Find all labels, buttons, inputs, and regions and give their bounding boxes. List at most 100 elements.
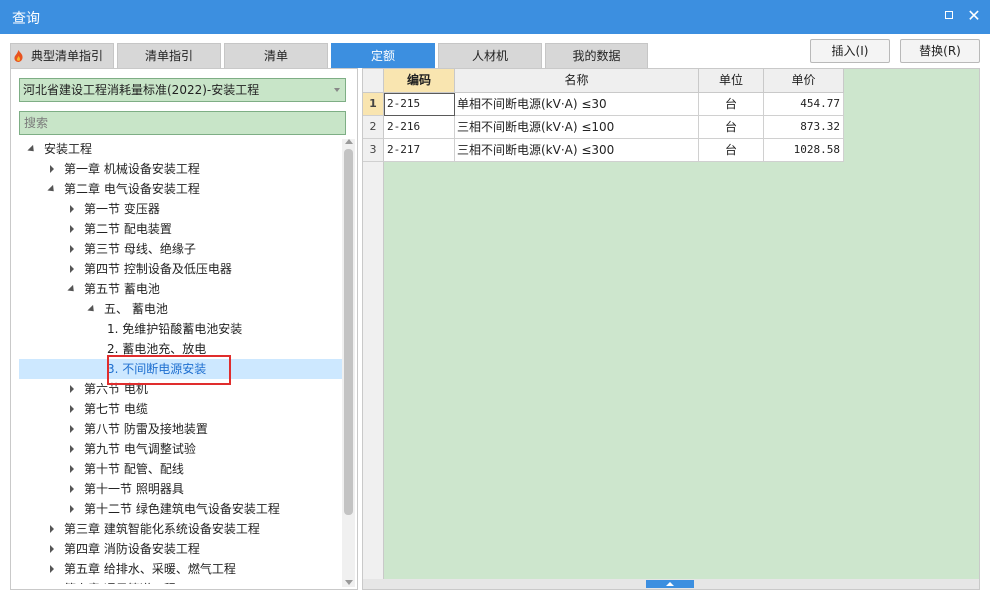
cell-price[interactable]: 873.32 <box>764 116 844 139</box>
caret-collapsed-icon[interactable] <box>67 419 77 439</box>
cell-code[interactable]: 2-216 <box>384 116 455 139</box>
cell-code[interactable]: 2-215 <box>384 93 455 116</box>
quota-library-pane: 河北省建设工程消耗量标准(2022)-安装工程 搜索 安装工程第一章 机械设备安… <box>10 68 358 590</box>
tree-node-label: 第十一节 照明器具 <box>84 482 184 496</box>
search-input[interactable]: 搜索 <box>19 111 346 135</box>
tab-label: 我的数据 <box>572 49 621 63</box>
tree-node-label: 第二节 配电装置 <box>84 222 172 236</box>
selection-highlight-box <box>107 355 231 385</box>
tree-node[interactable]: 第三节 母线、绝缘子 <box>19 239 342 259</box>
tab-label: 人材机 <box>471 49 508 63</box>
column-header-price[interactable]: 单价 <box>764 69 844 93</box>
tab-typical-bill-guide[interactable]: 典型清单指引 <box>10 43 114 68</box>
tree-node[interactable]: 第九节 电气调整试验 <box>19 439 342 459</box>
caret-collapsed-icon[interactable] <box>47 159 57 179</box>
maximize-icon[interactable] <box>942 8 958 24</box>
insert-button[interactable]: 插入(I) <box>810 39 890 63</box>
tree-node[interactable]: 五、 蓄电池 <box>19 299 342 319</box>
tree-node[interactable]: 第二节 配电装置 <box>19 219 342 239</box>
tab-label: 清单 <box>263 49 288 63</box>
tree-node-label: 安装工程 <box>44 142 93 156</box>
tree-node[interactable]: 第一节 变压器 <box>19 199 342 219</box>
library-select[interactable]: 河北省建设工程消耗量标准(2022)-安装工程 <box>19 78 346 102</box>
tree-node[interactable]: 第六章 通风管道工程 <box>19 579 342 584</box>
caret-expanded-icon[interactable] <box>87 299 97 319</box>
tree-node-label: 第十节 配管、配线 <box>84 462 184 476</box>
row-number[interactable]: 3 <box>363 139 384 162</box>
cell-name[interactable]: 三相不间断电源(kV·A) ≤300 <box>455 139 699 162</box>
caret-expanded-icon[interactable] <box>27 139 37 159</box>
caret-collapsed-icon[interactable] <box>67 499 77 519</box>
close-icon[interactable]: ✕ <box>966 8 982 24</box>
caret-collapsed-icon[interactable] <box>67 199 77 219</box>
cell-unit[interactable]: 台 <box>699 116 764 139</box>
tree-node-label: 1. 免维护铅酸蓄电池安装 <box>107 322 243 336</box>
caret-collapsed-icon[interactable] <box>47 579 57 584</box>
cell-unit[interactable]: 台 <box>699 93 764 116</box>
row-number[interactable]: 2 <box>363 116 384 139</box>
caret-collapsed-icon[interactable] <box>67 259 77 279</box>
caret-collapsed-icon[interactable] <box>67 399 77 419</box>
cell-name[interactable]: 单相不间断电源(kV·A) ≤30 <box>455 93 699 116</box>
cell-price[interactable]: 454.77 <box>764 93 844 116</box>
tree-node[interactable]: 第四章 消防设备安装工程 <box>19 539 342 559</box>
caret-collapsed-icon[interactable] <box>67 479 77 499</box>
tree-node-label: 第一节 变压器 <box>84 202 160 216</box>
dropdown-arrow-icon[interactable] <box>334 88 340 92</box>
cell-price[interactable]: 1028.58 <box>764 139 844 162</box>
caret-collapsed-icon[interactable] <box>67 239 77 259</box>
cell-code[interactable]: 2-217 <box>384 139 455 162</box>
horizontal-scrollbar[interactable] <box>363 579 979 589</box>
row-number[interactable]: 1 <box>363 93 384 116</box>
tree-node[interactable]: 第一章 机械设备安装工程 <box>19 159 342 179</box>
tab-label: 定额 <box>370 49 395 63</box>
tree-scrollbar[interactable] <box>342 139 355 587</box>
caret-collapsed-icon[interactable] <box>67 219 77 239</box>
tree-node[interactable]: 第二章 电气设备安装工程 <box>19 179 342 199</box>
scroll-down-icon[interactable] <box>345 580 353 585</box>
caret-collapsed-icon[interactable] <box>47 559 57 579</box>
tree-node-label: 第四章 消防设备安装工程 <box>64 542 200 556</box>
tree-node[interactable]: 第七节 电缆 <box>19 399 342 419</box>
column-header-code[interactable]: 编码 <box>384 69 455 93</box>
caret-expanded-icon[interactable] <box>47 179 57 199</box>
cell-name[interactable]: 三相不间断电源(kV·A) ≤100 <box>455 116 699 139</box>
tree-node[interactable]: 安装工程 <box>19 139 342 159</box>
tab-bill[interactable]: 清单 <box>224 43 328 68</box>
tree-node[interactable]: 1. 免维护铅酸蓄电池安装 <box>19 319 342 339</box>
caret-collapsed-icon[interactable] <box>67 459 77 479</box>
tree-node-label: 第三节 母线、绝缘子 <box>84 242 196 256</box>
tree-node[interactable]: 第十二节 绿色建筑电气设备安装工程 <box>19 499 342 519</box>
tree-node-label: 第四节 控制设备及低压电器 <box>84 262 232 276</box>
caret-collapsed-icon[interactable] <box>67 379 77 399</box>
flame-icon <box>14 50 23 62</box>
tree-node-label: 第五章 给排水、采暖、燃气工程 <box>64 562 236 576</box>
tree-node[interactable]: 第十节 配管、配线 <box>19 459 342 479</box>
window-title: 查询 <box>12 11 40 27</box>
quota-table: 编码 名称 单位 单价 1 2-215 单相不间断电源(kV·A) ≤30 台 454.… <box>362 68 980 590</box>
caret-collapsed-icon[interactable] <box>47 539 57 559</box>
tree-node[interactable]: 第十一节 照明器具 <box>19 479 342 499</box>
column-header-name[interactable]: 名称 <box>455 69 699 93</box>
tree-node[interactable]: 第八节 防雷及接地装置 <box>19 419 342 439</box>
tree-node-label: 第十二节 绿色建筑电气设备安装工程 <box>84 502 280 516</box>
tree-node-label: 第三章 建筑智能化系统设备安装工程 <box>64 522 260 536</box>
tab-my-data[interactable]: 我的数据 <box>545 43 648 68</box>
cell-unit[interactable]: 台 <box>699 139 764 162</box>
caret-collapsed-icon[interactable] <box>47 519 57 539</box>
tree-node-label: 第九节 电气调整试验 <box>84 442 196 456</box>
column-header-unit[interactable]: 单位 <box>699 69 764 93</box>
tab-labor-material-machine[interactable]: 人材机 <box>438 43 542 68</box>
tab-bill-guide[interactable]: 清单指引 <box>117 43 221 68</box>
scrollbar-thumb[interactable] <box>344 149 353 515</box>
tab-quota[interactable]: 定额 <box>331 43 435 68</box>
tree-node[interactable]: 第五章 给排水、采暖、燃气工程 <box>19 559 342 579</box>
collapse-toggle-icon[interactable] <box>646 580 694 588</box>
scroll-up-icon[interactable] <box>345 139 353 144</box>
tree-node[interactable]: 第五节 蓄电池 <box>19 279 342 299</box>
tree-node[interactable]: 第三章 建筑智能化系统设备安装工程 <box>19 519 342 539</box>
caret-collapsed-icon[interactable] <box>67 439 77 459</box>
caret-expanded-icon[interactable] <box>67 279 77 299</box>
tree-node[interactable]: 第四节 控制设备及低压电器 <box>19 259 342 279</box>
replace-button[interactable]: 替换(R) <box>900 39 980 63</box>
